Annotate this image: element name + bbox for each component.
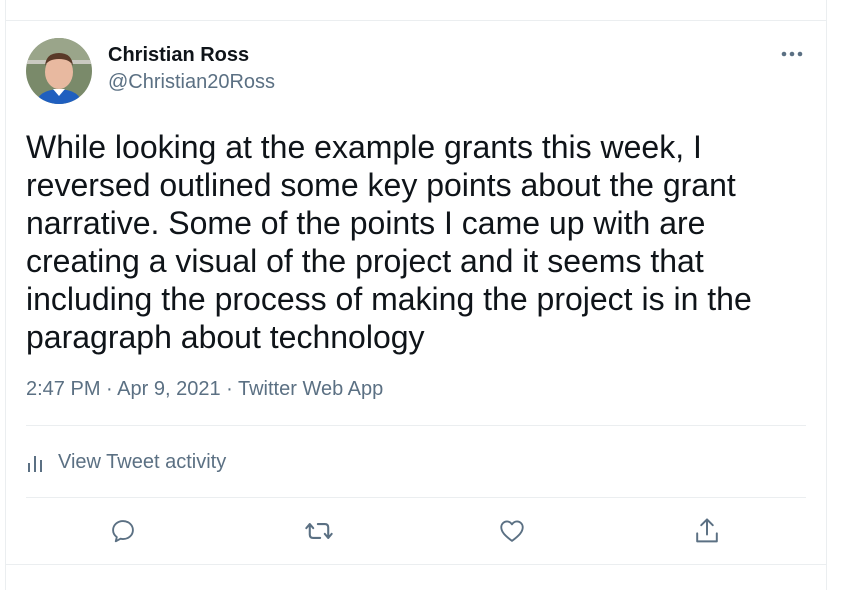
user-avatar-icon: [26, 38, 92, 104]
author-handle[interactable]: @Christian20Ross: [108, 71, 275, 94]
tweet-source[interactable]: Twitter Web App: [238, 378, 383, 400]
tweet-date[interactable]: Apr 9, 2021: [117, 378, 220, 400]
author-display-name[interactable]: Christian Ross: [108, 44, 249, 67]
activity-label: View Tweet activity: [58, 450, 227, 473]
share-icon: [696, 518, 718, 543]
analytics-icon: [28, 456, 42, 472]
avatar[interactable]: [26, 38, 92, 104]
retweet-button[interactable]: [302, 514, 336, 548]
meta-separator: ·: [220, 378, 238, 400]
share-button[interactable]: [690, 514, 724, 548]
meta-separator: ·: [100, 378, 118, 400]
retweet-icon: [305, 523, 333, 539]
reply-button[interactable]: [106, 514, 140, 548]
top-divider: [5, 20, 827, 21]
tweet-time[interactable]: 2:47 PM: [26, 378, 100, 400]
heart-icon: [500, 520, 524, 542]
bottom-divider: [5, 564, 827, 565]
like-button[interactable]: [495, 514, 529, 548]
tweet-meta: 2:47 PM · Apr 9, 2021 · Twitter Web App: [26, 378, 383, 401]
view-tweet-activity-link[interactable]: View Tweet activity: [26, 450, 226, 474]
more-options-button[interactable]: [775, 40, 809, 68]
more-dots-icon: [781, 51, 803, 57]
divider: [26, 497, 806, 498]
tweet-text: While looking at the example grants this…: [26, 129, 752, 355]
reply-icon: [112, 520, 134, 543]
divider: [26, 425, 806, 426]
